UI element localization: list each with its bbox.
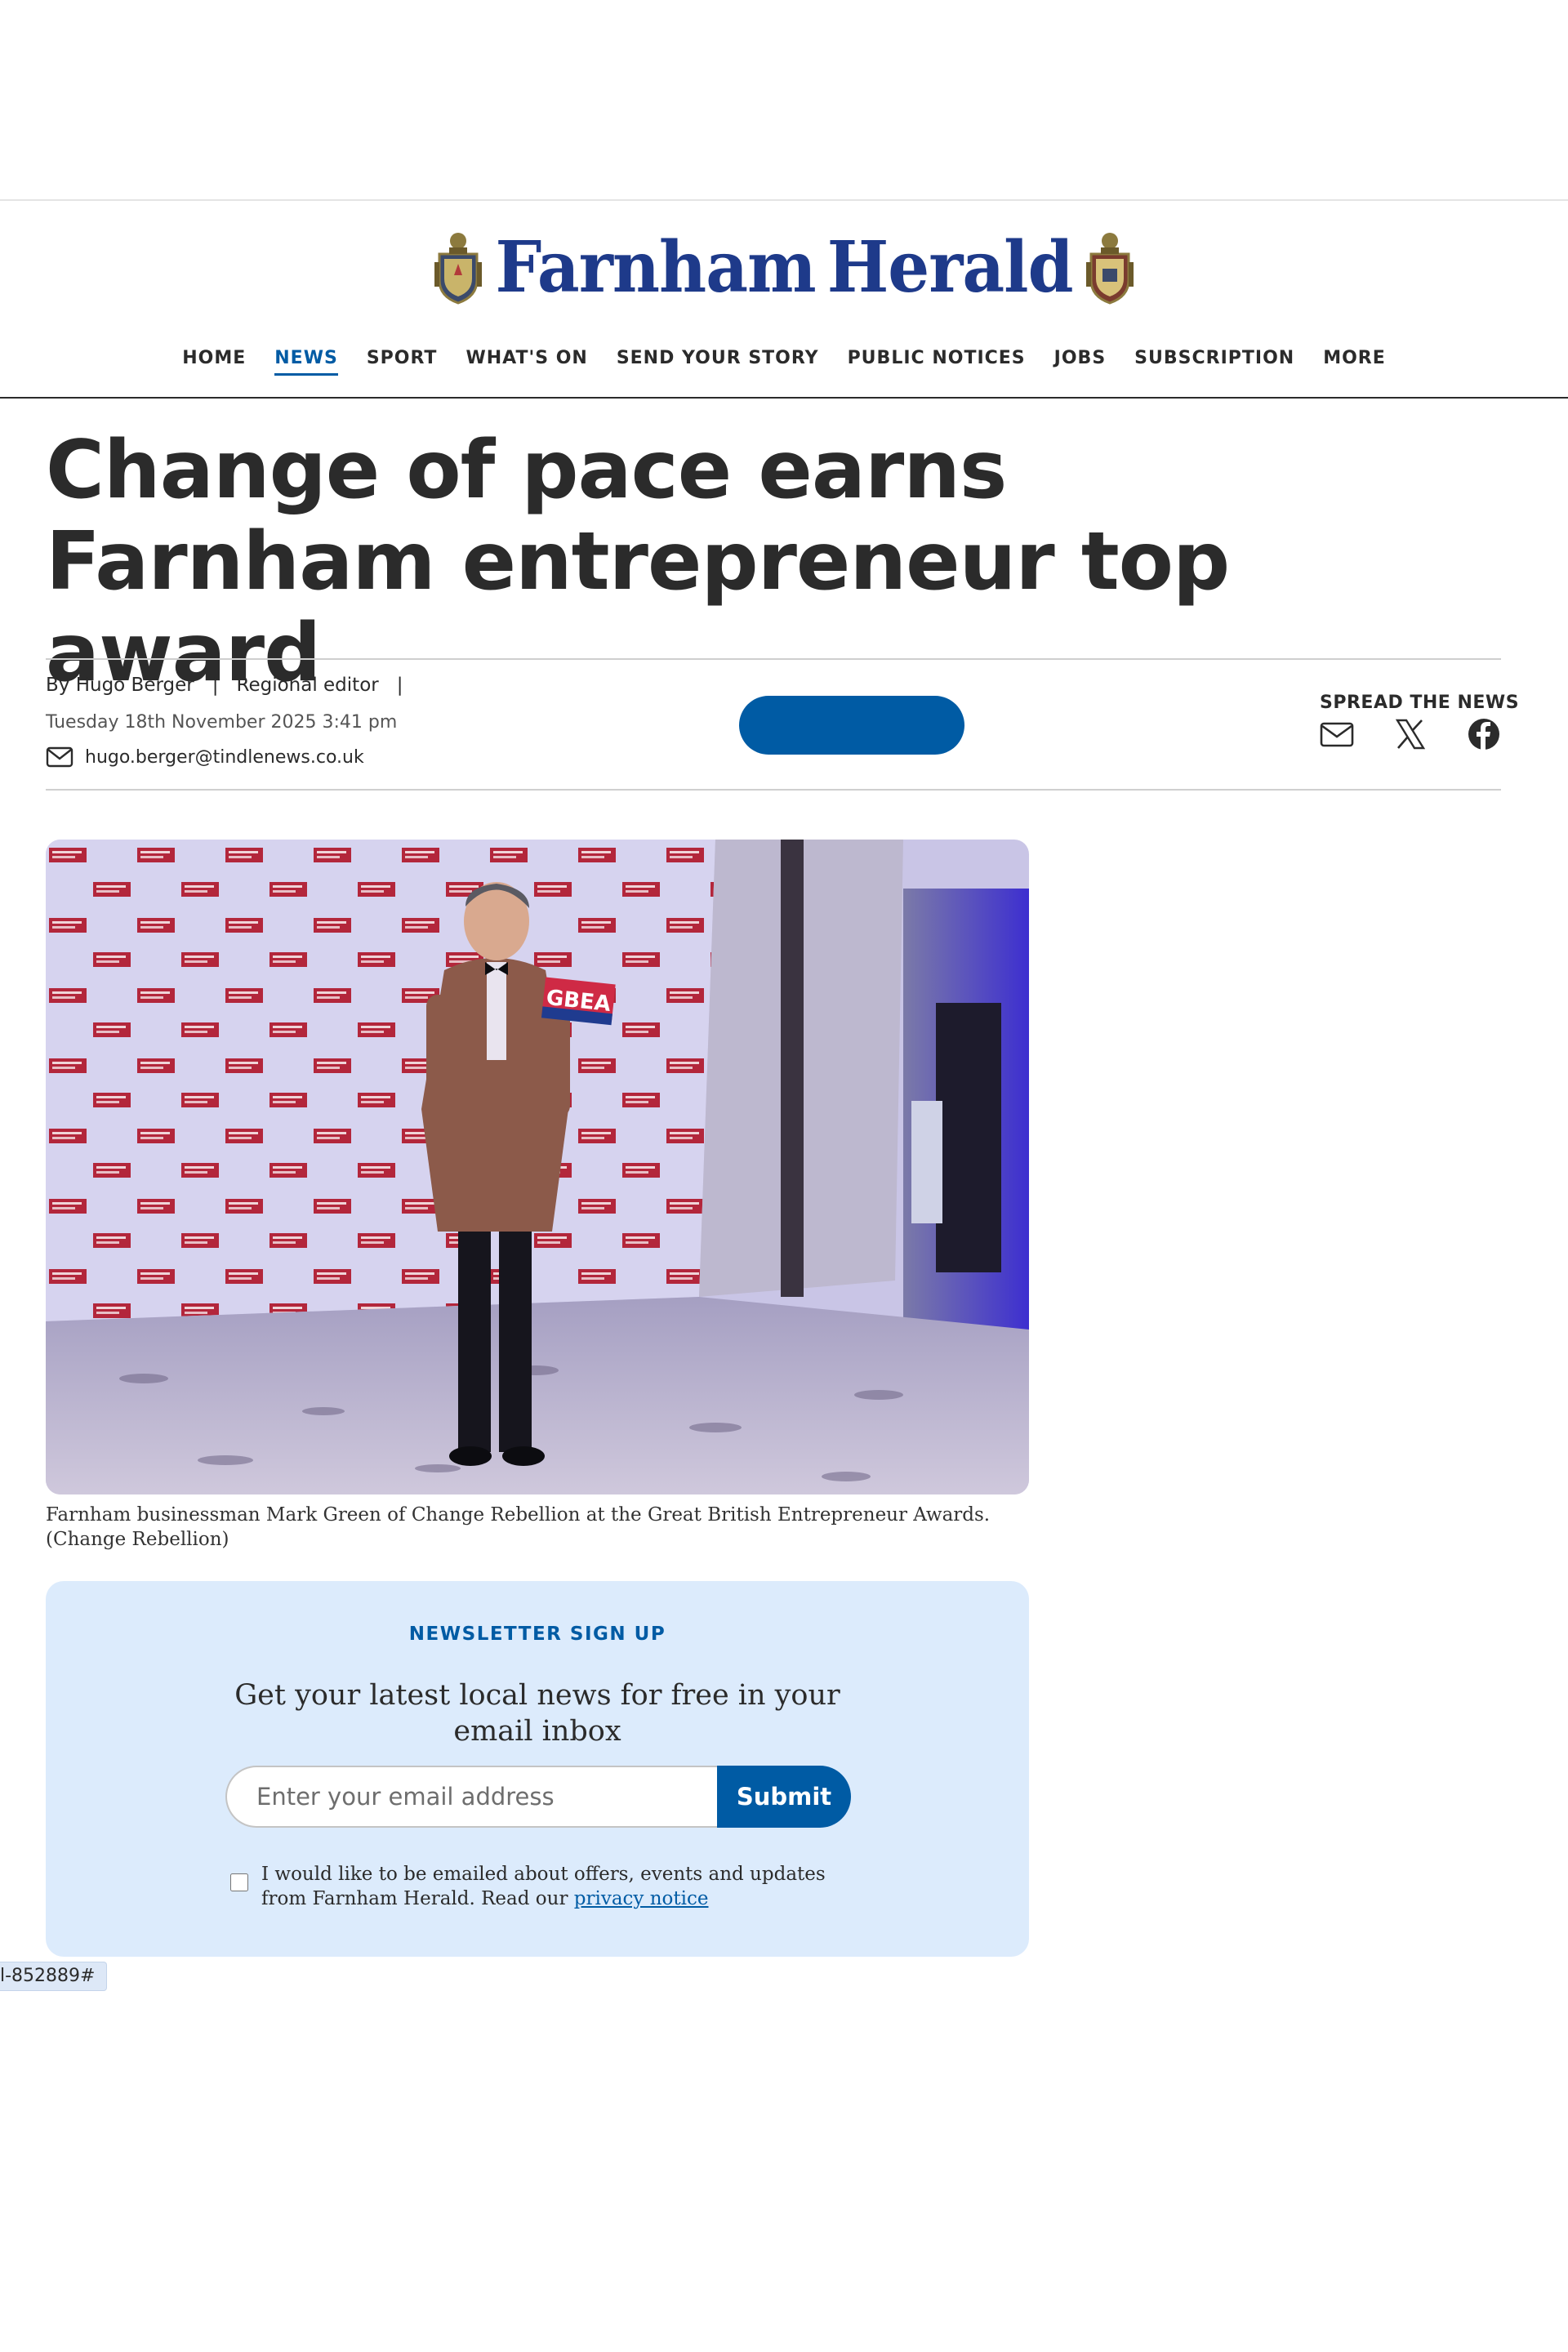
- consent-text: I would like to be emailed about offers,…: [261, 1864, 826, 1909]
- newsletter-signup: NEWSLETTER SIGN UP Get your latest local…: [46, 1581, 1029, 1957]
- byline-separator: |: [212, 675, 219, 696]
- mail-icon: [46, 746, 74, 768]
- crest-icon: [434, 233, 483, 305]
- newsletter-submit-button[interactable]: Submit: [717, 1766, 851, 1828]
- share-label: SPREAD THE NEWS: [1320, 693, 1520, 713]
- article-photo: GBEA: [46, 840, 1029, 1494]
- nav-item-send-your-story[interactable]: SEND YOUR STORY: [617, 348, 819, 376]
- byline-bottom-divider: [46, 789, 1501, 791]
- logo-text-left[interactable]: Farnham: [495, 232, 816, 302]
- share-icons: [1320, 717, 1501, 751]
- newsletter-text: Get your latest local news for free in y…: [234, 1679, 840, 1748]
- x-icon[interactable]: [1393, 717, 1428, 751]
- email-icon[interactable]: [1320, 717, 1354, 751]
- nav-item-public-notices[interactable]: PUBLIC NOTICES: [848, 348, 1026, 376]
- follow-button[interactable]: [739, 696, 964, 755]
- consent-label: I would like to be emailed about offers,…: [261, 1862, 851, 1911]
- nav-item-sport[interactable]: SPORT: [367, 348, 438, 376]
- nav-item-news[interactable]: NEWS: [274, 348, 338, 376]
- article-image[interactable]: GBEA: [46, 840, 1029, 1494]
- crest-icon: [1085, 233, 1134, 305]
- nav-item-home[interactable]: HOME: [182, 348, 246, 376]
- newsletter-consent: I would like to be emailed about offers,…: [230, 1862, 851, 1911]
- author-name[interactable]: By Hugo Berger: [46, 675, 194, 696]
- newsletter-title: NEWSLETTER SIGN UP: [408, 1624, 666, 1645]
- nav-item-subscription[interactable]: SUBSCRIPTION: [1134, 348, 1294, 376]
- nav-divider: [0, 397, 1568, 399]
- byline-top-divider: [46, 658, 1501, 660]
- privacy-notice-link[interactable]: privacy notice: [574, 1888, 709, 1909]
- nav-item-jobs[interactable]: JOBS: [1054, 348, 1107, 376]
- logo-text-right[interactable]: Herald: [827, 232, 1074, 302]
- byline: By Hugo Berger | Regional editor |: [46, 675, 403, 696]
- newsletter-form: Submit: [225, 1766, 851, 1828]
- main-nav: HOME NEWS SPORT WHAT'S ON SEND YOUR STOR…: [0, 348, 1568, 376]
- byline-separator: |: [396, 675, 403, 696]
- author-email[interactable]: hugo.berger@tindlenews.co.uk: [85, 747, 364, 768]
- image-caption: Farnham businessman Mark Green of Change…: [46, 1504, 991, 1550]
- masthead[interactable]: Farnham Herald: [0, 222, 1568, 312]
- nav-item-whats-on[interactable]: WHAT'S ON: [466, 348, 587, 376]
- author-role: Regional editor: [236, 675, 379, 696]
- author-email-row[interactable]: hugo.berger@tindlenews.co.uk: [46, 746, 364, 768]
- facebook-icon[interactable]: [1467, 717, 1501, 751]
- consent-checkbox[interactable]: [230, 1873, 248, 1891]
- newsletter-email-input[interactable]: [225, 1766, 717, 1828]
- publish-date: Tuesday 18th November 2025 3:41 pm: [46, 712, 398, 733]
- top-divider: [0, 199, 1568, 201]
- status-url-tooltip: l-852889#: [0, 1962, 108, 1991]
- nav-item-more[interactable]: MORE: [1323, 348, 1386, 376]
